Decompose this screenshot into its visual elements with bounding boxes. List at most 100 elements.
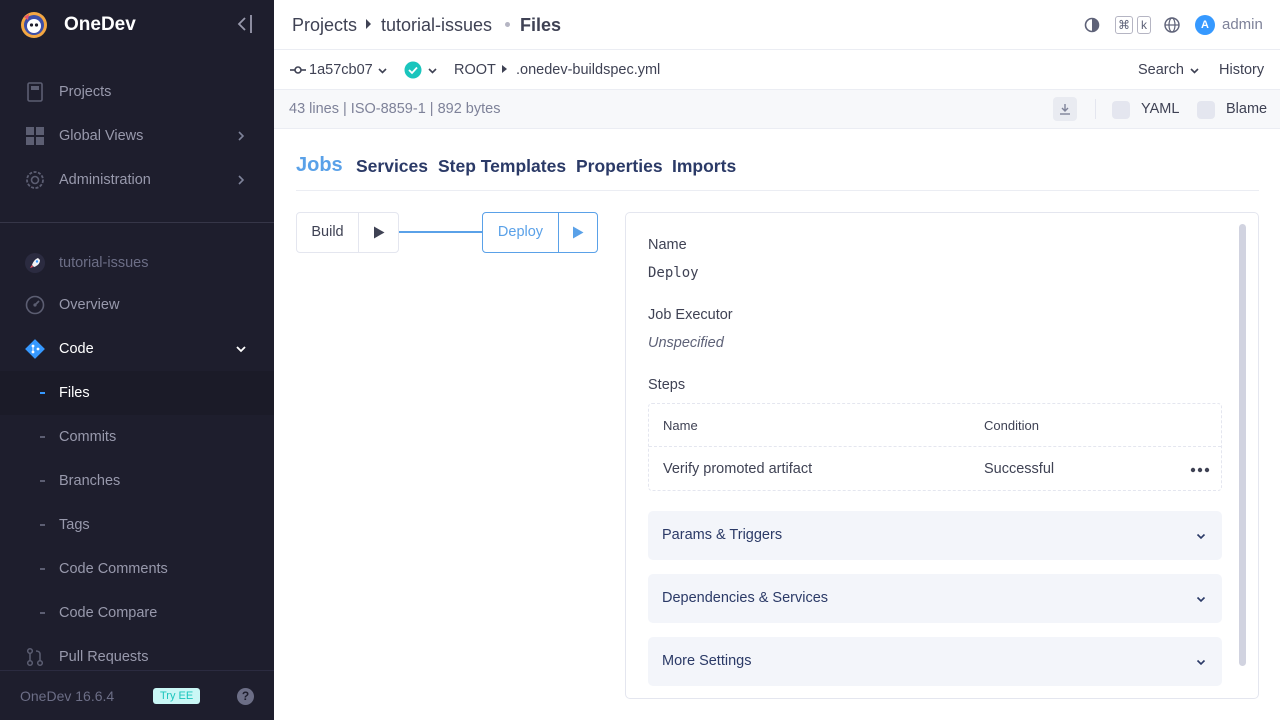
chevron-down-icon[interactable] [1189,65,1200,76]
sidebar-item-label: Administration [59,172,151,188]
gear-icon [26,171,44,189]
path-root[interactable]: ROOT [454,62,496,78]
more-actions-icon[interactable] [1190,467,1210,473]
help-icon[interactable]: ? [237,688,254,705]
breadcrumb-projects[interactable]: Projects [292,15,357,36]
download-button[interactable] [1053,97,1077,121]
sidebar-subitem-code-compare[interactable]: Code Compare [0,591,274,635]
sidebar-divider [0,222,274,223]
tab-step-templates[interactable]: Step Templates [438,156,566,177]
sidebar-subitem-label: Code Compare [59,605,158,621]
sidebar: OneDev Projects Global Views Administrat… [0,0,274,720]
play-icon [573,226,584,239]
play-icon [374,226,385,239]
commit-selector[interactable]: 1a57cb07 [309,62,373,78]
scrollbar-thumb[interactable] [1239,224,1246,666]
pull-request-icon [26,647,44,667]
scrollbar[interactable] [1237,221,1247,691]
chevron-down-icon [1196,659,1206,666]
chevron-down-icon [1196,596,1206,603]
sidebar-subitem-label: Branches [59,473,121,489]
sidebar-item-label: Overview [59,297,120,313]
breadcrumb-current: Files [520,15,562,35]
job-name[interactable]: Build [297,213,358,252]
project-name: tutorial-issues [59,255,149,271]
executor-label: Job Executor [648,307,733,323]
globe-icon[interactable] [1163,16,1181,34]
sidebar-item-global-views[interactable]: Global Views [0,114,274,158]
chevron-down-icon [236,346,246,353]
sidebar-subitem-commits[interactable]: Commits [0,415,274,459]
bullet-dash [40,392,45,394]
run-job-button[interactable] [558,213,597,252]
grid-icon [26,127,44,145]
sidebar-subitem-branches[interactable]: Branches [0,459,274,503]
sidebar-item-code[interactable]: Code [0,327,274,371]
kbd-cmd[interactable]: ⌘ [1115,16,1133,34]
section-more-settings[interactable]: More Settings [648,637,1222,686]
job-name[interactable]: Deploy [483,213,558,252]
sidebar-subitem-code-comments[interactable]: Code Comments [0,547,274,591]
run-job-button[interactable] [358,213,398,252]
sidebar-project-name[interactable]: tutorial-issues [0,241,274,285]
dashboard-icon [25,295,45,315]
bullet-dash [40,612,45,614]
table-divider [649,446,1221,447]
sidebar-item-label: Projects [59,84,112,100]
sidebar-subitem-label: Commits [59,429,117,445]
onedev-logo-icon [21,12,47,38]
yaml-label[interactable]: YAML [1141,101,1179,117]
sidebar-item-administration[interactable]: Administration [0,158,274,202]
section-params-triggers[interactable]: Params & Triggers [648,511,1222,560]
path-separator-icon [502,65,507,73]
section-title: Dependencies & Services [662,590,829,606]
commit-icon [290,66,306,74]
brand-name: OneDev [64,14,136,35]
blame-checkbox[interactable] [1197,101,1215,119]
bullet-dash [40,568,45,570]
sidebar-subitem-files[interactable]: Files [0,371,274,415]
sidebar-item-label: Code [59,341,94,357]
section-title: More Settings [662,653,752,669]
job-deploy[interactable]: Deploy [482,212,598,253]
sidebar-item-projects[interactable]: Projects [0,70,274,114]
tab-services[interactable]: Services [356,156,428,177]
section-dependencies-services[interactable]: Dependencies & Services [648,574,1222,623]
tab-imports[interactable]: Imports [672,156,736,177]
sidebar-subitem-tags[interactable]: Tags [0,503,274,547]
brand[interactable]: OneDev [0,0,274,50]
breadcrumb-dot [505,22,510,27]
sidebar-item-overview[interactable]: Overview [0,283,274,327]
chevron-down-icon[interactable] [377,65,388,76]
download-icon [1060,104,1070,115]
chevron-right-icon [238,175,245,185]
steps-label: Steps [648,377,686,393]
steps-table: Name Condition Verify promoted artifact … [648,403,1222,491]
sidebar-subitem-label: Files [59,385,90,401]
git-icon [25,339,45,359]
collapse-sidebar-icon[interactable] [234,13,254,35]
job-detail-panel: Name Deploy Job Executor Unspecified Ste… [625,212,1259,699]
tab-properties[interactable]: Properties [576,156,663,177]
sidebar-item-label: Global Views [59,128,144,144]
job-build[interactable]: Build [296,212,399,253]
step-condition: Successful [984,461,1055,477]
try-ee-badge[interactable]: Try EE [153,688,201,704]
step-name[interactable]: Verify promoted artifact [663,461,812,477]
blame-label[interactable]: Blame [1226,101,1267,117]
section-title: Params & Triggers [662,527,783,543]
chevron-down-icon [1196,533,1206,540]
chevron-down-icon[interactable] [427,65,438,76]
build-success-icon[interactable] [404,61,422,79]
avatar[interactable]: A [1195,15,1215,35]
search-dropdown[interactable]: Search [1138,62,1184,78]
breadcrumb-project[interactable]: tutorial-issues [381,15,492,36]
sidebar-item-label: Pull Requests [59,649,149,665]
kbd-k[interactable]: k [1137,16,1151,34]
user-name[interactable]: admin [1222,16,1263,33]
tab-jobs[interactable]: Jobs [296,154,343,177]
breadcrumb-separator-icon [366,19,371,29]
yaml-checkbox[interactable] [1112,101,1130,119]
dark-mode-toggle-icon[interactable] [1083,16,1101,34]
history-link[interactable]: History [1219,62,1264,78]
